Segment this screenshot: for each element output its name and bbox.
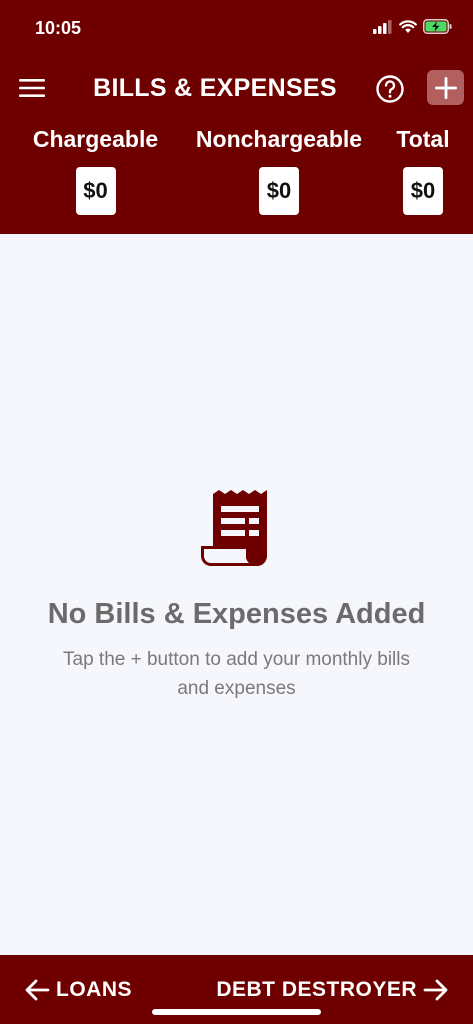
empty-state-subtitle: Tap the + button to add your monthly bil… — [63, 649, 410, 699]
receipt-icon — [200, 490, 267, 566]
status-bar: 10:05 — [0, 0, 473, 56]
plus-icon — [434, 76, 457, 99]
debt-destroyer-nav-button[interactable]: DEBT DESTROYER — [216, 975, 449, 1005]
status-icons — [373, 19, 453, 39]
loans-nav-button[interactable]: LOANS — [24, 975, 132, 1005]
loans-nav-label: LOANS — [56, 978, 132, 1001]
total-value: $0 — [75, 167, 116, 215]
home-indicator[interactable] — [152, 1009, 321, 1015]
arrow-right-icon — [423, 979, 448, 1001]
total-label: Chargeable — [32, 126, 159, 152]
add-button[interactable] — [427, 70, 464, 105]
totals-summary: Chargeable $0 Nonchargeable $0 Total $0 — [0, 126, 473, 221]
menu-button[interactable] — [18, 74, 46, 102]
total-total: Total $0 — [392, 126, 454, 215]
signal-icon — [373, 19, 393, 39]
nav-row: BILLS & EXPENSES — [0, 64, 473, 112]
empty-state: No Bills & Expenses Added Tap the + butt… — [0, 490, 473, 703]
total-nonchargeable: Nonchargeable $0 — [186, 126, 372, 215]
help-circle-icon — [376, 75, 404, 103]
page-title: BILLS & EXPENSES — [93, 74, 337, 102]
battery-charging-icon — [423, 19, 453, 39]
total-value: $0 — [259, 167, 299, 215]
help-button[interactable] — [375, 74, 405, 104]
total-value: $0 — [403, 167, 443, 215]
debt-destroyer-nav-label: DEBT DESTROYER — [216, 978, 417, 1001]
total-label: Nonchargeable — [195, 126, 363, 152]
total-chargeable: Chargeable $0 — [24, 126, 167, 215]
total-label: Total — [396, 126, 450, 152]
menu-icon — [19, 79, 45, 97]
wifi-icon — [399, 19, 417, 39]
empty-state-title: No Bills & Expenses Added — [47, 598, 426, 630]
status-time: 10:05 — [35, 18, 82, 38]
arrow-left-icon — [25, 979, 50, 1001]
app-header: 10:05 BILLS & EXPENSES Chargeable $0 Non… — [0, 0, 473, 234]
